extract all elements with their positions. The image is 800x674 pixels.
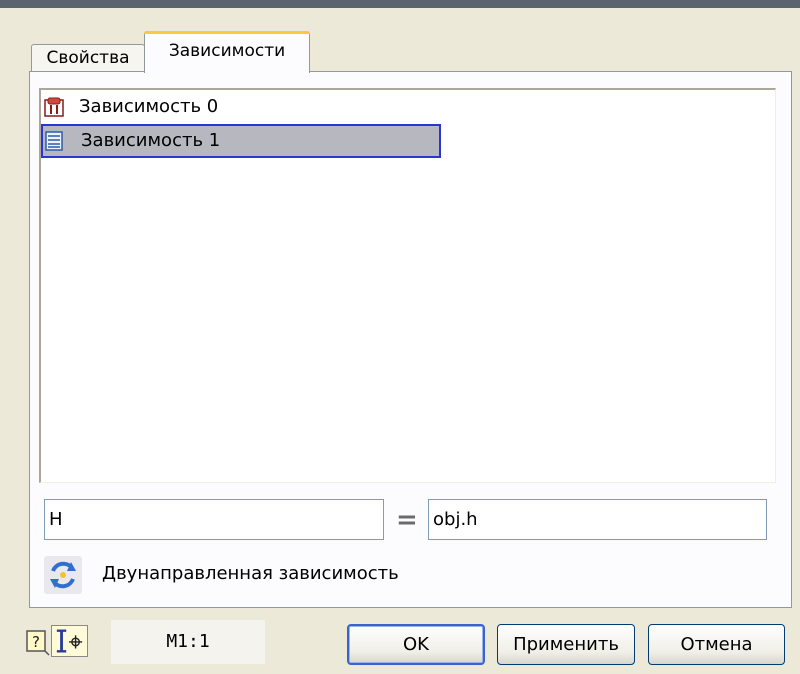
list-item-label: Зависимость 1	[81, 130, 221, 151]
dependency-list[interactable]: Зависимость 0 Зависимость 1	[39, 88, 776, 483]
svg-text:?: ?	[32, 633, 40, 651]
list-item-dependency-0[interactable]: Зависимость 0	[41, 92, 441, 122]
equals-sign: =	[396, 505, 418, 535]
dependencies-panel: Зависимость 0 Зависимость 1 =	[29, 71, 792, 608]
help-icon: ?	[26, 630, 50, 656]
dependencies-dialog: Свойства Зависимости Зависимость 0 Завис…	[0, 8, 800, 674]
bidirectional-toggle-button[interactable]	[44, 556, 82, 594]
snap-cursor-icon	[56, 629, 83, 653]
bidirectional-label: Двунаправленная зависимость	[102, 563, 399, 584]
left-expression-field[interactable]	[44, 499, 384, 540]
cancel-button[interactable]: Отмена	[648, 624, 785, 665]
ok-button[interactable]: OK	[347, 624, 485, 665]
tab-properties[interactable]: Свойства	[31, 44, 145, 71]
dependency-table-icon	[45, 131, 63, 151]
list-item-label: Зависимость 0	[79, 96, 219, 117]
right-expression-field[interactable]	[428, 499, 767, 540]
help-button[interactable]: ?	[21, 625, 51, 657]
bidirectional-refresh-icon	[50, 561, 76, 589]
scale-indicator: M1:1	[111, 620, 265, 664]
dependency-icon	[44, 97, 64, 117]
list-item-dependency-1[interactable]: Зависимость 1	[41, 124, 441, 158]
apply-button[interactable]: Применить	[497, 624, 635, 665]
snap-button[interactable]	[51, 625, 88, 657]
tab-dependencies[interactable]: Зависимости	[144, 31, 310, 73]
